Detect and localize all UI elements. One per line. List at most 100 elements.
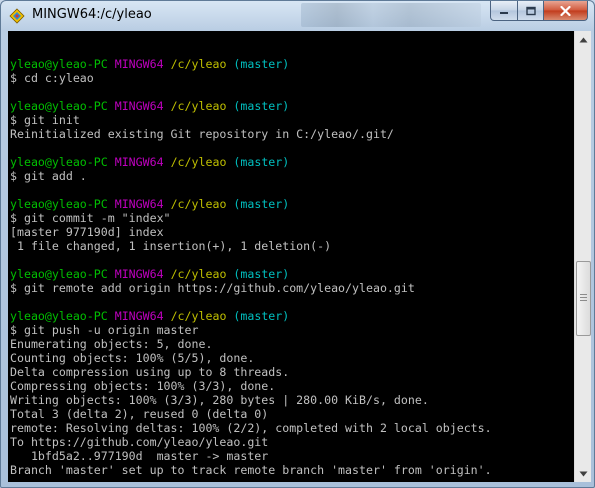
minimize-button[interactable] bbox=[490, 1, 518, 21]
maximize-icon bbox=[525, 6, 536, 15]
console-text: Total 3 (delta 2), reused 0 (delta 0) bbox=[10, 407, 269, 421]
scroll-up-button[interactable] bbox=[575, 31, 591, 48]
console-text: Enumerating objects: 5, done. bbox=[10, 337, 213, 351]
console-line: yleao@yleao-PC MINGW64 /c/yleao (master) bbox=[10, 267, 492, 281]
scrollbar-thumb[interactable] bbox=[576, 261, 591, 337]
blurred-watermark bbox=[301, 3, 481, 27]
console-line: remote: Resolving deltas: 100% (2/2), co… bbox=[10, 421, 492, 435]
console-output: yleao@yleao-PC MINGW64 /c/yleao (master)… bbox=[10, 43, 492, 477]
vertical-scrollbar[interactable] bbox=[574, 31, 591, 482]
console-line: 1bfd5a2..977190d master -> master bbox=[10, 449, 492, 463]
prompt-user-host: yleao@yleao-PC bbox=[10, 309, 108, 323]
prompt-path: /c/yleao bbox=[170, 99, 227, 113]
title-bar[interactable]: MINGW64:/c/yleao bbox=[1, 1, 594, 31]
console-text: 1bfd5a2..977190d master -> master bbox=[10, 449, 269, 463]
console-line: [master 977190d] index bbox=[10, 225, 492, 239]
console-line: yleao@yleao-PC MINGW64 /c/yleao (master) bbox=[10, 99, 492, 113]
console-line: $ git push -u origin master bbox=[10, 323, 492, 337]
prompt-path: /c/yleao bbox=[170, 267, 227, 281]
console-line: Reinitialized existing Git repository in… bbox=[10, 127, 492, 141]
maximize-button[interactable] bbox=[518, 1, 544, 21]
console-text: Writing objects: 100% (3/3), 280 bytes |… bbox=[10, 393, 429, 407]
console-line: Enumerating objects: 5, done. bbox=[10, 337, 492, 351]
close-icon bbox=[560, 5, 571, 16]
console-area[interactable]: yleao@yleao-PC MINGW64 /c/yleao (master)… bbox=[8, 31, 574, 482]
prompt-msystem: MINGW64 bbox=[114, 309, 164, 323]
console-text: Delta compression using up to 8 threads. bbox=[10, 365, 290, 379]
prompt-branch: (master) bbox=[233, 99, 290, 113]
prompt-msystem: MINGW64 bbox=[114, 197, 164, 211]
console-line: 1 file changed, 1 insertion(+), 1 deleti… bbox=[10, 239, 492, 253]
prompt-msystem: MINGW64 bbox=[114, 99, 164, 113]
console-line: $ git init bbox=[10, 113, 492, 127]
console-text: $ git add . bbox=[10, 169, 87, 183]
thumb-grip-line bbox=[580, 300, 587, 302]
window-title: MINGW64:/c/yleao bbox=[32, 7, 152, 22]
prompt-path: /c/yleao bbox=[170, 155, 227, 169]
console-text: To https://github.com/yleao/yleao.git bbox=[10, 435, 269, 449]
console-text: $ git commit -m "index" bbox=[10, 211, 171, 225]
prompt-user-host: yleao@yleao-PC bbox=[10, 267, 108, 281]
caption-buttons bbox=[490, 1, 588, 21]
console-line: yleao@yleao-PC MINGW64 /c/yleao (master) bbox=[10, 309, 492, 323]
close-button[interactable] bbox=[544, 1, 588, 21]
prompt-user-host: yleao@yleao-PC bbox=[10, 197, 108, 211]
prompt-msystem: MINGW64 bbox=[114, 57, 164, 71]
console-line: yleao@yleao-PC MINGW64 /c/yleao (master) bbox=[10, 57, 492, 71]
console-line: yleao@yleao-PC MINGW64 /c/yleao (master) bbox=[10, 155, 492, 169]
console-text: 1 file changed, 1 insertion(+), 1 deleti… bbox=[10, 239, 332, 253]
console-line: $ cd c:yleao bbox=[10, 71, 492, 85]
console-line: Total 3 (delta 2), reused 0 (delta 0) bbox=[10, 407, 492, 421]
thumb-grip-line bbox=[580, 297, 587, 299]
console-line: To https://github.com/yleao/yleao.git bbox=[10, 435, 492, 449]
prompt-path: /c/yleao bbox=[170, 57, 227, 71]
thumb-grip-line bbox=[580, 294, 587, 296]
prompt-path: /c/yleao bbox=[170, 197, 227, 211]
console-text: Branch 'master' set up to track remote b… bbox=[10, 463, 492, 477]
scroll-down-button[interactable] bbox=[575, 465, 591, 482]
console-text: remote: Resolving deltas: 100% (2/2), co… bbox=[10, 421, 492, 435]
scroll-down-arrow-icon bbox=[579, 471, 587, 476]
prompt-user-host: yleao@yleao-PC bbox=[10, 155, 108, 169]
console-line: $ git remote add origin https://github.c… bbox=[10, 281, 492, 295]
console-text: Counting objects: 100% (5/5), done. bbox=[10, 351, 255, 365]
console-text: $ git push -u origin master bbox=[10, 323, 199, 337]
console-text: Reinitialized existing Git repository in… bbox=[10, 127, 394, 141]
console-line: Delta compression using up to 8 threads. bbox=[10, 365, 492, 379]
console-text: Compressing objects: 100% (3/3), done. bbox=[10, 379, 276, 393]
mingw-app-icon[interactable] bbox=[9, 8, 25, 24]
console-line: Compressing objects: 100% (3/3), done. bbox=[10, 379, 492, 393]
console-line: $ git add . bbox=[10, 169, 492, 183]
console-text: $ git remote add origin https://github.c… bbox=[10, 281, 415, 295]
prompt-branch: (master) bbox=[233, 267, 290, 281]
terminal-window: MINGW64:/c/yleao yleao@yleao-PC MINGW64 … bbox=[0, 0, 595, 488]
console-line: Counting objects: 100% (5/5), done. bbox=[10, 351, 492, 365]
console-text: [master 977190d] index bbox=[10, 225, 164, 239]
scroll-up-arrow-icon bbox=[579, 37, 587, 42]
prompt-branch: (master) bbox=[233, 309, 290, 323]
prompt-branch: (master) bbox=[233, 197, 290, 211]
console-line: $ git commit -m "index" bbox=[10, 211, 492, 225]
prompt-path: /c/yleao bbox=[170, 309, 227, 323]
prompt-branch: (master) bbox=[233, 57, 290, 71]
console-text: $ cd c:yleao bbox=[10, 71, 94, 85]
prompt-user-host: yleao@yleao-PC bbox=[10, 57, 108, 71]
prompt-msystem: MINGW64 bbox=[114, 267, 164, 281]
console-line: Branch 'master' set up to track remote b… bbox=[10, 463, 492, 477]
prompt-branch: (master) bbox=[233, 155, 290, 169]
